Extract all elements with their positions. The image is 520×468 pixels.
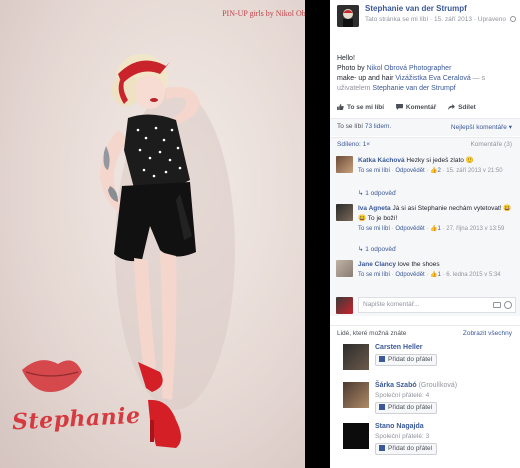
page-name-link[interactable]: Stephanie van der Strumpf bbox=[365, 4, 467, 13]
thumb-up-icon bbox=[337, 104, 344, 110]
mutual-friends[interactable]: Společní přátelé: 4 bbox=[375, 392, 429, 399]
post-side-panel: Stephanie van der Strumpf Tato stránka s… bbox=[330, 0, 520, 468]
person-photo[interactable] bbox=[343, 423, 369, 449]
caption-photo-label: Photo by bbox=[337, 65, 367, 72]
commenter-avatar[interactable] bbox=[336, 204, 353, 221]
comment-reply-link[interactable]: Odpovědět bbox=[395, 226, 424, 232]
likes-link[interactable]: 73 lidem bbox=[365, 123, 390, 130]
comment-meta: To se mi líbí · Odpovědět · 👍1 · 6. ledn… bbox=[358, 272, 501, 278]
person-name[interactable]: Carsten Heller bbox=[375, 344, 422, 351]
mutual-friends[interactable]: Společní přátelé: 3 bbox=[375, 433, 429, 440]
comment-like-count[interactable]: 👍1 bbox=[430, 272, 441, 278]
comment-reply-link[interactable]: Odpovědět bbox=[395, 272, 424, 278]
emoji-icon[interactable] bbox=[504, 301, 512, 309]
page-avatar[interactable] bbox=[337, 5, 359, 27]
comment-icon bbox=[395, 104, 403, 110]
see-all-link[interactable]: Zobrazit všechny bbox=[463, 330, 512, 337]
commenter-avatar[interactable] bbox=[336, 260, 353, 277]
current-user-avatar bbox=[336, 297, 353, 314]
comment-sort-dropdown[interactable]: Nejlepší komentáře ▾ bbox=[451, 123, 512, 131]
replies-link[interactable]: ↳ 1 odpověď bbox=[358, 245, 396, 253]
share-bar: Sdíleno: 1× Komentáře (3) bbox=[330, 137, 520, 152]
liked-status[interactable]: Tato stránka se mi líbí bbox=[365, 16, 428, 23]
post-date[interactable]: 15. září 2013 bbox=[434, 16, 472, 23]
commenter-name[interactable]: Katka Káchová bbox=[358, 157, 405, 164]
comment-date[interactable]: 15. září 2013 v 21:50 bbox=[446, 168, 502, 174]
globe-icon bbox=[509, 16, 516, 22]
edited-label[interactable]: Upraveno bbox=[478, 16, 506, 23]
lips-icon bbox=[22, 360, 82, 392]
likes-bar: To se líbí 73 lidem. Nejlepší komentáře … bbox=[330, 118, 520, 136]
commenter-name[interactable]: Jane Clancy bbox=[358, 261, 396, 268]
add-friend-button[interactable]: Přidat do přátel bbox=[375, 443, 438, 455]
share-button[interactable]: Sdílet bbox=[448, 104, 476, 111]
pinup-photo[interactable]: PIN-UP girls by Nikol Obrová Stephanie bbox=[0, 0, 330, 468]
post-meta: Tato stránka se mi líbí · 15. září 2013 … bbox=[365, 16, 516, 23]
comment-like-count[interactable]: 👍1 bbox=[430, 226, 441, 232]
caption-with: — s bbox=[470, 75, 486, 82]
add-friend-button[interactable]: Přidat do přátel bbox=[375, 402, 438, 414]
add-friend-icon bbox=[379, 356, 385, 362]
caption-user-label: uživatelem bbox=[337, 85, 373, 92]
comment-text: love the shoes bbox=[397, 261, 440, 268]
person-name[interactable]: Stano Nagajda bbox=[375, 423, 424, 430]
comment-like-link[interactable]: To se mi líbí bbox=[358, 226, 390, 232]
photo-margin bbox=[305, 0, 330, 468]
share-icon bbox=[448, 104, 455, 110]
comment-meta: To se mi líbí · Odpovědět · 👍2 · 15. zář… bbox=[358, 168, 503, 174]
add-friend-icon bbox=[379, 404, 385, 410]
comments-list: Katka Káchová Hezky si jedeš zlato 🙂 To … bbox=[330, 152, 520, 316]
avatar-image-icon bbox=[337, 5, 359, 27]
add-friend-icon bbox=[379, 445, 385, 451]
camera-icon[interactable] bbox=[493, 302, 501, 308]
comment-input[interactable]: Napište komentář... bbox=[358, 297, 516, 313]
comment-like-link[interactable]: To se mi líbí bbox=[358, 272, 390, 278]
post-header: Stephanie van der Strumpf Tato stránka s… bbox=[330, 0, 520, 32]
replies-link[interactable]: ↳ 1 odpověď bbox=[358, 189, 396, 197]
photo-viewer: PIN-UP girls by Nikol Obrová Stephanie S… bbox=[0, 0, 520, 468]
post-actions: To se mi líbí Komentář Sdílet bbox=[337, 104, 486, 111]
comment-meta: To se mi líbí · Odpovědět · 👍1 · 27. říj… bbox=[358, 226, 505, 232]
commenter-name[interactable]: Iva Agneta bbox=[358, 205, 391, 212]
comment-like-link[interactable]: To se mi líbí bbox=[358, 168, 390, 174]
photographer-link[interactable]: Nikol Obrová Photographer bbox=[367, 65, 452, 72]
pymk-title: Lidé, které možná znáte bbox=[337, 330, 407, 337]
commenter-avatar[interactable] bbox=[336, 156, 353, 173]
comment-date[interactable]: 6. ledna 2015 v 5:34 bbox=[446, 272, 500, 278]
makeup-artist-link[interactable]: Vizážistka Eva Ceralová bbox=[395, 75, 470, 82]
comment-count: Komentáře (3) bbox=[470, 141, 512, 148]
write-comment-row: Napište komentář... bbox=[336, 297, 516, 314]
comment-reply-link[interactable]: Odpovědět bbox=[395, 168, 424, 174]
tagged-user-link[interactable]: Stephanie van der Strumpf bbox=[372, 85, 455, 92]
photo-area[interactable]: PIN-UP girls by Nikol Obrová Stephanie bbox=[0, 0, 330, 468]
pinup-illustration bbox=[22, 54, 235, 448]
likes-summary: To se líbí 73 lidem. bbox=[337, 123, 392, 130]
caption-greeting: Hello! bbox=[337, 55, 355, 62]
people-you-may-know: Lidé, které možná znáte Zobrazit všechny… bbox=[330, 325, 520, 468]
person-photo[interactable] bbox=[343, 344, 369, 370]
person-name[interactable]: Šárka Szabó (Groulíková) bbox=[375, 382, 457, 389]
comment-date[interactable]: 27. října 2013 v 13:59 bbox=[446, 226, 504, 232]
like-button[interactable]: To se mi líbí bbox=[337, 104, 384, 111]
post-caption: Hello! Photo by Nikol Obrová Photographe… bbox=[337, 54, 517, 94]
shares-link[interactable]: Sdíleno: 1× bbox=[337, 141, 370, 148]
comment-button[interactable]: Komentář bbox=[395, 104, 436, 111]
comment-text: Hezky si jedeš zlato 🙂 bbox=[406, 157, 474, 164]
caption-makeup-label: make- up and hair bbox=[337, 75, 396, 82]
comment-like-count[interactable]: 👍2 bbox=[430, 168, 441, 174]
add-friend-button[interactable]: Přidat do přátel bbox=[375, 354, 438, 366]
person-photo[interactable] bbox=[343, 382, 369, 408]
